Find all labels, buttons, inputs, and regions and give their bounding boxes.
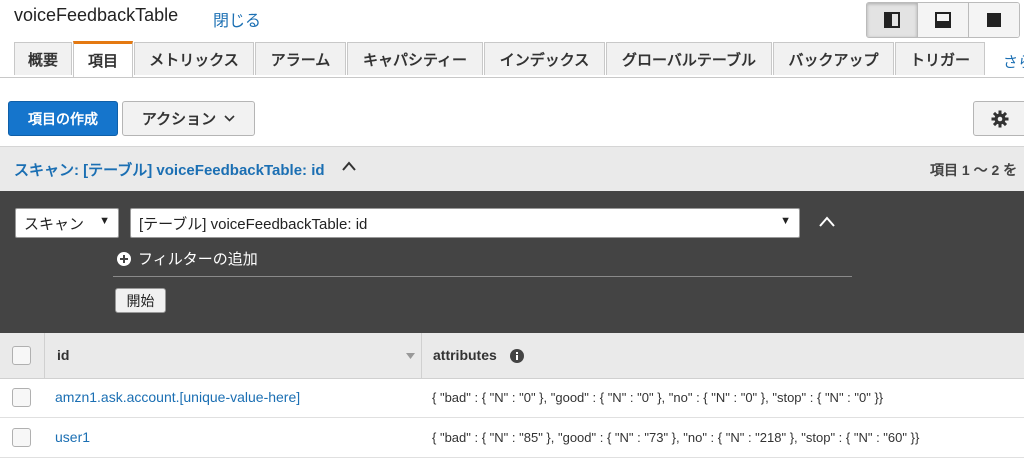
dropdown-arrow-icon: ▼: [99, 215, 110, 227]
column-header-attributes[interactable]: attributes: [433, 347, 497, 363]
select-all-checkbox[interactable]: [12, 346, 31, 365]
item-attributes: { "bad" : { "N" : "0" }, "good" : { "N" …: [432, 390, 884, 405]
scan-mode-value: スキャン: [24, 215, 85, 233]
tab-bar: 概要 項目 メトリックス アラーム キャパシティー インデックス グローバルテー…: [0, 41, 1024, 78]
tab-metrics[interactable]: メトリックス: [134, 42, 254, 75]
scan-target-select[interactable]: [テーブル] voiceFeedbackTable: id ▼: [130, 208, 800, 238]
collapse-panel-icon[interactable]: [818, 215, 836, 229]
item-count: 項目 1 ～ 2 を: [930, 162, 1018, 178]
table-row[interactable]: amzn1.ask.account.[unique-value-here] { …: [0, 378, 1024, 418]
divider: [113, 276, 852, 277]
view-split-vertical-button[interactable]: [867, 3, 918, 37]
scan-target-value: [テーブル] voiceFeedbackTable: id: [139, 215, 368, 233]
tab-more-link[interactable]: さら: [1003, 51, 1024, 72]
tab-global-tables[interactable]: グローバルテーブル: [606, 42, 772, 75]
dropdown-arrow-icon: ▼: [780, 215, 791, 227]
column-divider: [44, 333, 45, 378]
plus-circle-icon: [117, 251, 131, 266]
column-divider: [421, 333, 422, 378]
close-link[interactable]: 閉じる: [213, 7, 261, 31]
tab-items[interactable]: 項目: [73, 41, 133, 77]
item-id-link[interactable]: user1: [55, 429, 90, 445]
settings-button[interactable]: [973, 101, 1024, 136]
table-row[interactable]: user1 { "bad" : { "N" : "85" }, "good" :…: [0, 418, 1024, 458]
view-split-horizontal-button[interactable]: [918, 3, 969, 37]
scan-mode-select[interactable]: スキャン ▼: [15, 208, 119, 238]
start-scan-button[interactable]: 開始: [115, 288, 166, 313]
scan-summary-toggle[interactable]: スキャン: [テーブル] voiceFeedbackTable: id: [14, 159, 325, 180]
item-attributes: { "bad" : { "N" : "85" }, "good" : { "N"…: [432, 430, 920, 445]
page-title: voiceFeedbackTable: [14, 5, 179, 25]
sort-desc-icon[interactable]: [406, 353, 415, 359]
chevron-down-icon: [224, 115, 235, 122]
tab-backups[interactable]: バックアップ: [773, 42, 894, 75]
tab-overview[interactable]: 概要: [14, 42, 72, 75]
tab-capacity[interactable]: キャパシティー: [347, 42, 483, 75]
add-filter-button[interactable]: フィルターの追加: [117, 248, 258, 269]
column-header-id[interactable]: id: [57, 347, 69, 363]
gear-icon: [991, 110, 1008, 127]
create-item-button[interactable]: 項目の作成: [8, 101, 118, 136]
tab-indexes[interactable]: インデックス: [484, 42, 605, 75]
split-horizontal-icon: [935, 12, 951, 28]
tab-triggers[interactable]: トリガー: [895, 42, 985, 75]
chevron-up-icon[interactable]: [341, 160, 357, 172]
row-checkbox[interactable]: [12, 388, 31, 407]
item-id-link[interactable]: amzn1.ask.account.[unique-value-here]: [55, 389, 300, 405]
info-icon[interactable]: [510, 349, 524, 363]
full-view-icon: [987, 13, 1001, 27]
row-checkbox[interactable]: [12, 428, 31, 447]
actions-label: アクション: [141, 111, 217, 128]
tab-alarms[interactable]: アラーム: [255, 42, 346, 75]
add-filter-label: フィルターの追加: [138, 251, 258, 268]
actions-dropdown-button[interactable]: アクション: [122, 101, 255, 136]
view-full-button[interactable]: [969, 3, 1019, 37]
view-mode-group: [866, 2, 1020, 38]
split-vertical-icon: [884, 12, 900, 28]
